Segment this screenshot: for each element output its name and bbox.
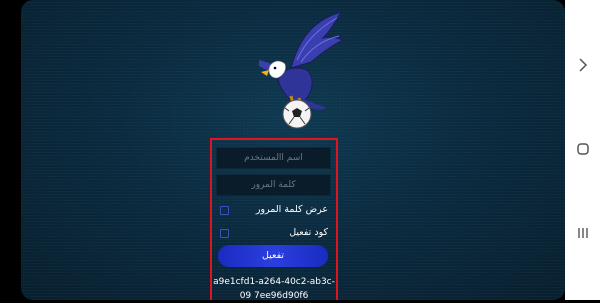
username-input[interactable] xyxy=(217,148,330,168)
username-field[interactable] xyxy=(216,147,331,169)
show-password-checkbox[interactable] xyxy=(220,206,229,215)
activate-button[interactable]: تفعيل xyxy=(218,245,328,267)
home-rounded-rect-icon xyxy=(576,143,589,155)
device-screen: عرض كلمة المرور كود تفعيل تفعيل a9e1cfd1… xyxy=(0,0,600,301)
chevron-right-icon xyxy=(578,58,587,72)
password-input[interactable] xyxy=(217,175,330,195)
password-field[interactable] xyxy=(216,174,331,196)
activation-code-checkbox[interactable] xyxy=(220,229,229,238)
system-navigation-bar xyxy=(565,0,600,300)
home-button[interactable] xyxy=(565,134,600,164)
show-password-row[interactable]: عرض كلمة المرور xyxy=(218,204,328,218)
show-password-label: عرض كلمة المرور xyxy=(255,204,328,215)
device-code-text: a9e1cfd1-a264-40c2-ab3c-09 7ee96d90f6 xyxy=(213,277,335,301)
activation-code-label: كود تفعيل xyxy=(289,227,328,238)
recent-apps-icon xyxy=(577,228,588,238)
activation-code-row[interactable]: كود تفعيل xyxy=(218,227,328,241)
back-button[interactable] xyxy=(565,50,600,80)
eagle-football-logo xyxy=(259,11,345,129)
recent-apps-button[interactable] xyxy=(565,218,600,248)
